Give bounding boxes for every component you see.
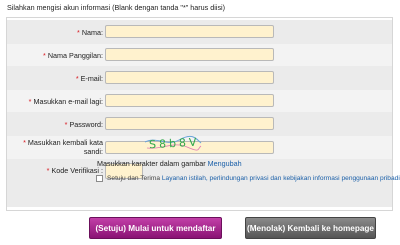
field-row-nama: * Nama: xyxy=(7,20,392,44)
captcha-help: Masukkan karakter dalam gambar Mengubah xyxy=(97,159,242,168)
field-row-email-confirm: * Masukkan e-mail lagi: xyxy=(7,90,392,112)
password-label: * Password: xyxy=(64,120,103,129)
nama-panggilan-input[interactable] xyxy=(105,48,274,61)
captcha-help-text: Masukkan karakter dalam gambar xyxy=(97,159,206,168)
required-mark: * xyxy=(46,166,50,175)
agreement-row: Setuju dan Terima Layanan istilah, perli… xyxy=(96,175,400,182)
required-mark: * xyxy=(77,28,80,37)
terms-link[interactable]: Layanan istilah, perlindungan privasi da… xyxy=(162,175,400,182)
register-button[interactable]: (Setuju) Mulai untuk mendaftar xyxy=(89,217,222,239)
nama-label: * Nama: xyxy=(77,28,103,37)
agree-checkbox[interactable] xyxy=(96,175,103,182)
email-input[interactable] xyxy=(105,71,274,84)
captcha-refresh-link[interactable]: Mengubah xyxy=(208,159,242,168)
password-confirm-label: * Masukkan kembali kata sandi: xyxy=(23,138,103,156)
required-mark: * xyxy=(23,138,26,147)
required-mark: * xyxy=(28,97,32,106)
field-row-nama-panggilan: * Nama Panggilan: xyxy=(7,44,392,66)
email-confirm-input[interactable] xyxy=(105,94,274,107)
nama-input[interactable] xyxy=(105,25,274,38)
required-mark: * xyxy=(64,120,68,129)
agreement-prefix: Setuju dan Terima xyxy=(107,175,161,182)
password-input[interactable] xyxy=(105,117,274,130)
captcha-image: S8b8V xyxy=(144,136,202,152)
nama-panggilan-label: * Nama Panggilan: xyxy=(43,51,103,60)
captcha-text: S8b8V xyxy=(149,136,200,152)
field-row-email: * E-mail: xyxy=(7,66,392,90)
form-instructions: Silahkan mengisi akun informasi (Blank d… xyxy=(7,3,226,12)
required-mark: * xyxy=(75,74,79,83)
back-to-homepage-button[interactable]: (Menolak) Kembali ke homepage xyxy=(245,217,376,239)
verification-label: * Kode Verifikasi : xyxy=(46,166,103,175)
required-mark: * xyxy=(43,51,46,60)
email-confirm-label: * Masukkan e-mail lagi: xyxy=(28,97,103,106)
email-label: * E-mail: xyxy=(75,74,103,83)
